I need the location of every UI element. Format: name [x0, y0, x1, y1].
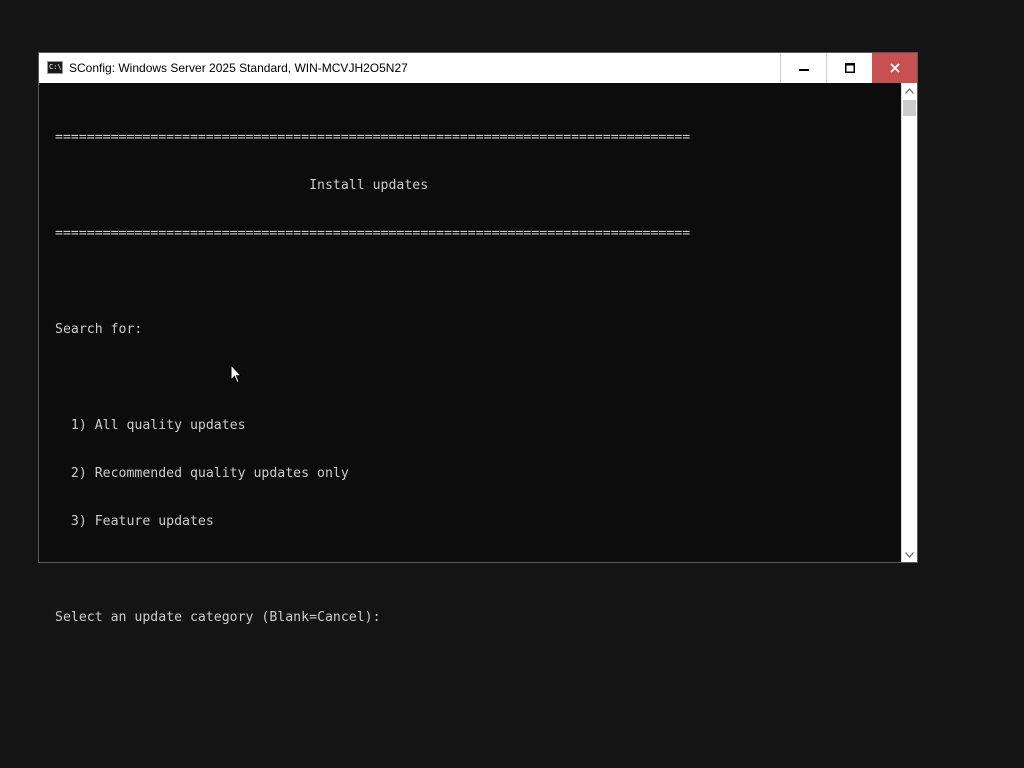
mouse-pointer-icon	[230, 364, 242, 384]
maximize-icon	[844, 63, 855, 73]
input-prompt[interactable]: Select an update category (Blank=Cancel)…	[55, 610, 690, 626]
console-icon[interactable]: C:\	[47, 61, 63, 74]
chevron-down-icon	[905, 551, 914, 558]
window-title: SConfig: Windows Server 2025 Standard, W…	[69, 61, 408, 75]
console-output[interactable]: ========================================…	[39, 83, 901, 625]
console-text-block: ========================================…	[55, 98, 690, 658]
option-feature-updates: 3) Feature updates	[55, 514, 214, 529]
close-icon	[889, 63, 900, 73]
option-recommended-quality-updates: 2) Recommended quality updates only	[55, 466, 349, 481]
separator-line-bottom: ========================================…	[55, 226, 691, 241]
vertical-scrollbar[interactable]	[901, 83, 917, 562]
option-all-quality-updates: 1) All quality updates	[55, 418, 246, 433]
scroll-thumb[interactable]	[903, 100, 916, 116]
separator-line-top: ========================================…	[55, 130, 691, 145]
minimize-button[interactable]	[780, 53, 826, 83]
close-button[interactable]	[872, 53, 917, 83]
desktop: C:\ SConfig: Windows Server 2025 Standar…	[0, 0, 1024, 768]
menu-heading: Install updates	[55, 178, 429, 193]
scroll-up-button[interactable]	[902, 83, 917, 98]
chevron-up-icon	[905, 87, 914, 94]
search-for-label: Search for:	[55, 322, 143, 337]
scroll-down-button[interactable]	[902, 547, 917, 562]
maximize-button[interactable]	[826, 53, 872, 83]
title-bar[interactable]: C:\ SConfig: Windows Server 2025 Standar…	[39, 53, 917, 83]
minimize-icon	[798, 69, 809, 71]
console-window[interactable]: C:\ SConfig: Windows Server 2025 Standar…	[38, 52, 918, 625]
